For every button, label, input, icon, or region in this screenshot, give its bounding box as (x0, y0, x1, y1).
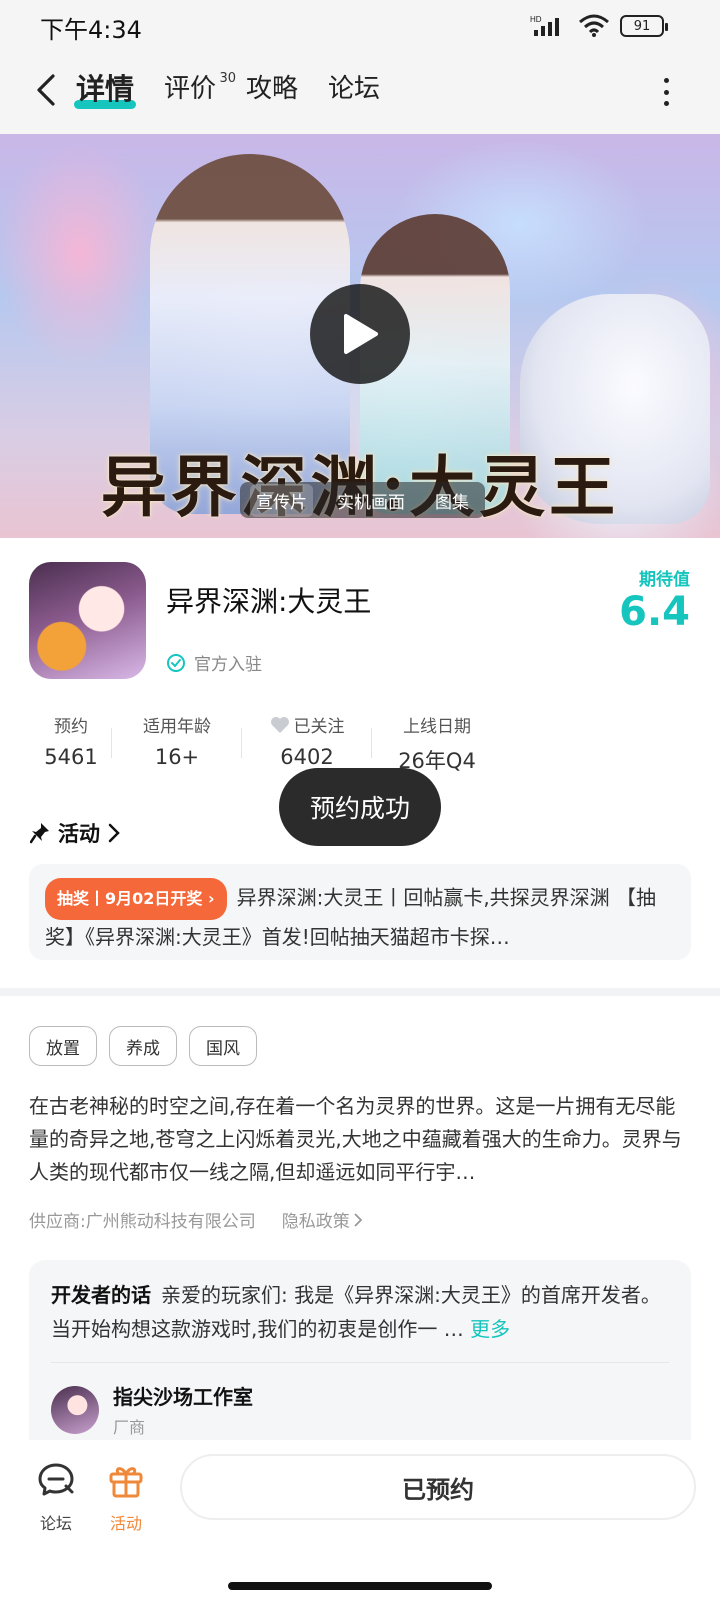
hero-banner[interactable]: 异界深渊:大灵王 宣传片 实机画面 图集 (0, 134, 720, 538)
wifi-icon (579, 14, 609, 37)
expectation-score: 期待值 6.4 (619, 565, 690, 634)
back-button[interactable] (26, 70, 66, 110)
stat-value: 6402 (280, 745, 334, 769)
reserved-button[interactable]: 已预约 (180, 1454, 696, 1520)
stat-label: 上线日期 (403, 717, 471, 737)
bottom-activity-button[interactable]: 活动 (96, 1460, 156, 1534)
media-tab-gameplay[interactable]: 实机画面 (331, 484, 411, 517)
stat-label-followed: 已关注 (242, 712, 372, 737)
stat-age-rating: 适用年龄 16+ (112, 712, 242, 772)
status-icons: HD 91 (530, 14, 668, 38)
tag-item[interactable]: 养成 (109, 1026, 177, 1066)
status-bar: 下午4:34 HD 91 (0, 0, 720, 52)
top-nav: 详情 评价 30 攻略 论坛 (0, 52, 720, 134)
more-link[interactable]: 更多 (470, 1317, 510, 1341)
review-count-badge: 30 (219, 71, 237, 86)
game-icon (29, 562, 146, 679)
chevron-right-icon (354, 1212, 362, 1227)
developer-card: 开发者的话 亲爱的玩家们: 我是《异界深渊:大灵王》的首席开发者。当开始构想这款游… (29, 1260, 691, 1440)
heart-icon (270, 716, 289, 733)
bottom-forum-button[interactable]: 论坛 (26, 1460, 86, 1534)
tag-item[interactable]: 国风 (189, 1026, 257, 1066)
tab-label: 攻略 (246, 74, 299, 104)
tab-bar: 详情 评价 30 攻略 论坛 (74, 70, 410, 110)
privacy-label: 隐私政策 (281, 1212, 350, 1232)
privacy-policy-link[interactable]: 隐私政策 (282, 1207, 362, 1232)
expectation-value: 6.4 (619, 589, 690, 635)
stat-value: 5461 (44, 745, 98, 769)
tab-forum[interactable]: 论坛 (328, 70, 380, 110)
status-time: 下午4:34 (40, 16, 142, 44)
tab-details[interactable]: 详情 (74, 70, 137, 110)
media-tab-gallery[interactable]: 图集 (429, 484, 475, 517)
game-description[interactable]: 在古老神秘的时空之间,存在着一个名为灵界的世界。这是一片拥有无尽能量的奇异之地,… (29, 1090, 693, 1189)
stat-release-date: 上线日期 26年Q4 (372, 712, 502, 773)
signal-icon: HD (530, 15, 559, 36)
network-type-label: HD (530, 15, 542, 24)
stats-row: 预约 5461 适用年龄 16+ 已关注 6402 上线日期 26年Q4 (30, 712, 510, 773)
more-options-button[interactable] (656, 74, 676, 110)
developer-divider (51, 1362, 669, 1363)
stat-reservations: 预约 5461 (30, 712, 112, 772)
chevron-right-icon (108, 823, 120, 843)
gift-icon (109, 1467, 143, 1498)
play-icon (344, 314, 378, 354)
battery-indicator: 91 (620, 15, 668, 37)
media-tab-trailer[interactable]: 宣传片 (250, 483, 313, 517)
media-tabs: 宣传片 实机画面 图集 (240, 482, 485, 518)
bottom-activity-label: 活动 (109, 1514, 142, 1533)
tab-guides[interactable]: 攻略 (246, 70, 298, 110)
pin-icon (30, 823, 49, 844)
battery-level: 91 (633, 18, 651, 34)
studio-name: 指尖沙场工作室 (113, 1385, 253, 1409)
lottery-badge[interactable]: 抽奖丨9月02日开奖 › (45, 878, 227, 920)
tab-label: 详情 (76, 72, 135, 106)
studio-avatar (51, 1385, 99, 1434)
meta-row: 供应商:广州熊动科技有限公司 隐私政策 (29, 1207, 362, 1232)
developer-note[interactable]: 开发者的话 亲爱的玩家们: 我是《异界深渊:大灵王》的首席开发者。当开始构想这款游… (51, 1278, 669, 1346)
tag-item[interactable]: 放置 (29, 1026, 97, 1066)
stat-label: 适用年龄 (143, 717, 211, 737)
bottom-forum-label: 论坛 (39, 1514, 72, 1533)
expectation-label: 期待值 (639, 570, 690, 590)
section-divider (0, 988, 720, 996)
activity-heading[interactable]: 活动 (30, 818, 120, 848)
activity-card[interactable]: 抽奖丨9月02日开奖 › 异界深渊:大灵王丨回帖赢卡,共探灵界深渊 【抽奖】《异界… (29, 864, 691, 960)
check-circle-icon (167, 653, 185, 672)
toast-message: 预约成功 (279, 768, 441, 846)
developer-label: 开发者的话 (51, 1283, 151, 1307)
studio-role: 厂商 (113, 1418, 146, 1437)
game-title: 异界深渊:大灵王 (166, 585, 372, 618)
activity-text-wrap: 抽奖丨9月02日开奖 › 异界深渊:大灵王丨回帖赢卡,共探灵界深渊 【抽奖】《异界… (45, 878, 675, 946)
official-badge: 官方入驻 (166, 650, 262, 675)
tab-label: 论坛 (328, 74, 381, 104)
studio-row[interactable]: 指尖沙场工作室 厂商 (51, 1381, 669, 1438)
activity-heading-label: 活动 (58, 822, 100, 846)
chevron-left-icon (37, 74, 55, 106)
stat-label: 已关注 (293, 717, 345, 737)
stat-label: 预约 (54, 717, 88, 737)
chat-bubble-icon (38, 1463, 74, 1496)
official-label: 官方入驻 (194, 655, 262, 675)
stat-value: 16+ (154, 745, 200, 769)
tag-list: 放置 养成 国风 (29, 1026, 257, 1066)
supplier-text: 供应商:广州熊动科技有限公司 (29, 1212, 256, 1232)
tab-label: 评价 (164, 74, 217, 104)
lottery-badge-label: 抽奖丨9月02日开奖 (57, 889, 203, 908)
home-indicator[interactable] (228, 1582, 492, 1590)
tab-reviews[interactable]: 评价 30 (164, 70, 236, 110)
stat-followers[interactable]: 已关注 6402 (242, 712, 372, 772)
bottom-action-bar: 论坛 活动 已预约 (0, 1440, 720, 1600)
play-video-button[interactable] (310, 284, 410, 384)
